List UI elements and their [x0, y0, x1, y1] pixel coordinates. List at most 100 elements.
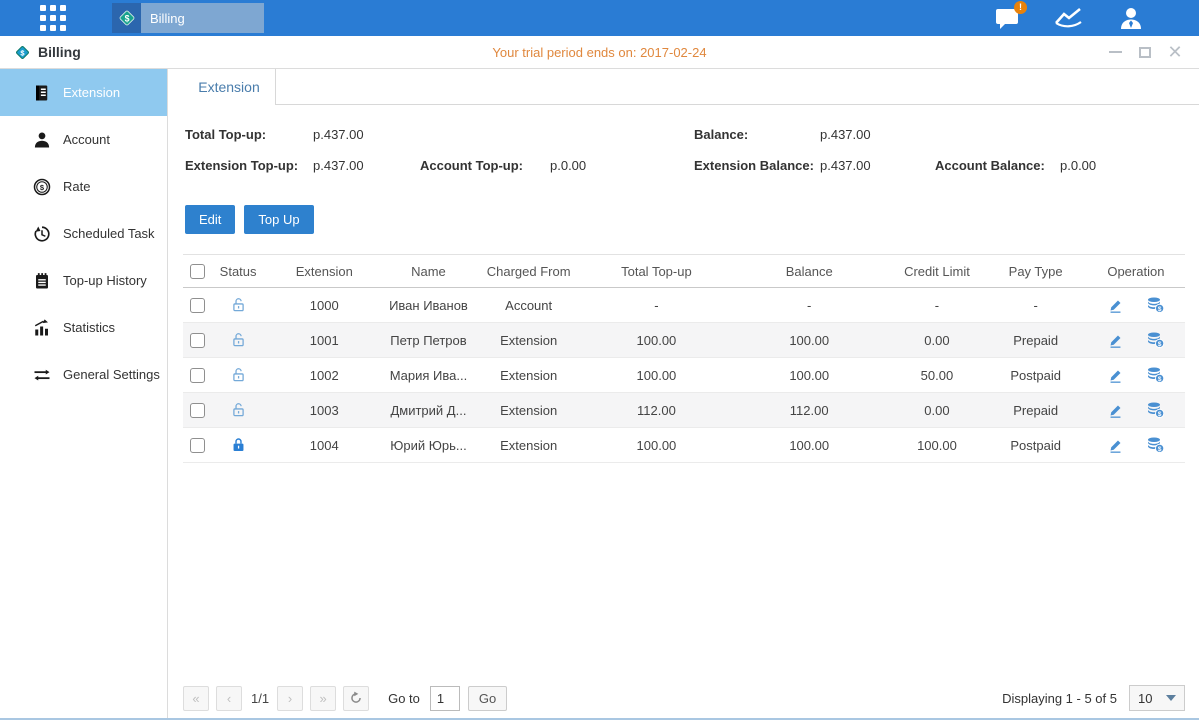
displaying-text: Displaying 1 - 5 of 5	[1002, 691, 1117, 706]
operation-cell: $	[1087, 288, 1185, 323]
top-up-row-icon[interactable]: $	[1146, 436, 1165, 454]
row-checkbox[interactable]	[190, 438, 205, 453]
page-size-select[interactable]: 10	[1129, 685, 1185, 711]
tab-extension[interactable]: Extension	[183, 69, 276, 105]
unlocked-icon	[230, 296, 247, 314]
account-topup-value: p.0.00	[550, 158, 586, 173]
maximize-icon[interactable]	[1137, 45, 1153, 59]
column-header: Status	[211, 255, 265, 288]
prev-page-icon[interactable]: ‹	[216, 686, 242, 711]
unlocked-icon	[230, 401, 247, 419]
chevron-down-icon	[1166, 695, 1176, 701]
go-button[interactable]: Go	[468, 686, 507, 711]
pay-type-cell: Prepaid	[985, 393, 1087, 428]
unlocked-icon	[230, 331, 247, 349]
sidebar-item-rate[interactable]: $ Rate	[0, 163, 167, 210]
billing-diamond-icon: $	[14, 44, 31, 61]
refresh-icon[interactable]	[343, 686, 369, 711]
row-checkbox[interactable]	[190, 368, 205, 383]
person-icon	[32, 130, 51, 149]
edit-button[interactable]: Edit	[185, 205, 235, 234]
select-all-checkbox[interactable]	[190, 264, 205, 279]
total-topup-cell: 100.00	[584, 323, 729, 358]
sidebar-item-label: General Settings	[63, 367, 160, 382]
taskbar-tab-billing[interactable]: $ Billing	[112, 3, 264, 33]
last-page-icon[interactable]: »	[310, 686, 336, 711]
close-icon[interactable]: ✕	[1167, 45, 1183, 59]
table-row: 1002 Мария Ива... Extension 100.00 100.0…	[183, 358, 1185, 393]
dollar-circle-icon: $	[32, 177, 51, 196]
balance-cell: 100.00	[729, 323, 889, 358]
sidebar-item-extension[interactable]: Extension	[0, 69, 167, 116]
pay-type-cell: Postpaid	[985, 358, 1087, 393]
table-row: 1003 Дмитрий Д... Extension 112.00 112.0…	[183, 393, 1185, 428]
sidebar-item-scheduled-task[interactable]: Scheduled Task	[0, 210, 167, 257]
first-page-icon[interactable]: «	[183, 686, 209, 711]
sidebar-item-label: Rate	[63, 179, 90, 194]
pay-type-cell: Prepaid	[985, 323, 1087, 358]
user-account-icon[interactable]	[1115, 5, 1147, 31]
sidebar-item-general-settings[interactable]: General Settings	[0, 351, 167, 398]
sidebar-item-label: Statistics	[63, 320, 115, 335]
table-body: 1000 Иван Иванов Account - - - -	[183, 288, 1185, 463]
extension-table-wrap: StatusExtensionNameCharged FromTotal Top…	[183, 254, 1185, 463]
edit-row-icon[interactable]	[1107, 402, 1124, 419]
charged-from-cell: Extension	[474, 358, 584, 393]
row-checkbox[interactable]	[190, 298, 205, 313]
summary-panel: Total Top-up: p.437.00 Extension Top-up:…	[168, 105, 1199, 181]
account-balance-value: p.0.00	[1060, 158, 1096, 173]
edit-row-icon[interactable]	[1107, 367, 1124, 384]
bar-chart-icon	[32, 318, 51, 337]
window-title: Billing	[38, 44, 81, 60]
svg-text:$: $	[1158, 306, 1162, 313]
status-cell	[211, 428, 265, 463]
svg-text:$: $	[1158, 411, 1162, 418]
charged-from-cell: Extension	[474, 428, 584, 463]
extension-cell: 1002	[265, 358, 383, 393]
resource-monitor-icon[interactable]	[1053, 5, 1085, 31]
sidebar-item-topup-history[interactable]: Top-up History	[0, 257, 167, 304]
minimize-icon[interactable]	[1107, 45, 1123, 59]
name-cell: Юрий Юрь...	[383, 428, 473, 463]
extension-balance-value: p.437.00	[820, 158, 935, 173]
unlocked-icon	[230, 366, 247, 384]
extension-cell: 1004	[265, 428, 383, 463]
top-up-row-icon[interactable]: $	[1146, 296, 1165, 314]
table-row: 1000 Иван Иванов Account - - - -	[183, 288, 1185, 323]
next-page-icon[interactable]: ›	[277, 686, 303, 711]
account-balance-label: Account Balance:	[935, 158, 1060, 173]
row-checkbox[interactable]	[190, 333, 205, 348]
edit-row-icon[interactable]	[1107, 332, 1124, 349]
extension-cell: 1003	[265, 393, 383, 428]
goto-page-input[interactable]	[430, 686, 460, 711]
action-buttons: Edit Top Up	[168, 181, 1199, 234]
balance-label: Balance:	[694, 127, 820, 142]
app-window: $ Billing !	[0, 0, 1199, 720]
window-title-group: $ Billing	[14, 44, 81, 61]
credit-limit-cell: 0.00	[889, 393, 984, 428]
extension-cell: 1000	[265, 288, 383, 323]
sidebar-item-account[interactable]: Account	[0, 116, 167, 163]
trial-notice: Your trial period ends on: 2017-02-24	[0, 45, 1199, 60]
app-grid-icon[interactable]	[36, 1, 70, 35]
edit-row-icon[interactable]	[1107, 437, 1124, 454]
table-row: 1004 Юрий Юрь... Extension 100.00 100.00…	[183, 428, 1185, 463]
balance-cell: 100.00	[729, 428, 889, 463]
page-size-value: 10	[1138, 691, 1152, 706]
name-cell: Иван Иванов	[383, 288, 473, 323]
top-up-row-icon[interactable]: $	[1146, 366, 1165, 384]
top-up-row-icon[interactable]: $	[1146, 331, 1165, 349]
taskbar-right: !	[991, 5, 1147, 31]
top-up-button[interactable]: Top Up	[244, 205, 313, 234]
credit-limit-cell: -	[889, 288, 984, 323]
messages-icon[interactable]: !	[991, 5, 1023, 31]
sidebar-item-label: Scheduled Task	[63, 226, 155, 241]
table-row: 1001 Петр Петров Extension 100.00 100.00…	[183, 323, 1185, 358]
goto-label: Go to	[388, 691, 420, 706]
edit-row-icon[interactable]	[1107, 297, 1124, 314]
svg-text:$: $	[39, 183, 44, 192]
row-checkbox[interactable]	[190, 403, 205, 418]
sidebar: Extension Account $	[0, 69, 168, 720]
sidebar-item-statistics[interactable]: Statistics	[0, 304, 167, 351]
top-up-row-icon[interactable]: $	[1146, 401, 1165, 419]
